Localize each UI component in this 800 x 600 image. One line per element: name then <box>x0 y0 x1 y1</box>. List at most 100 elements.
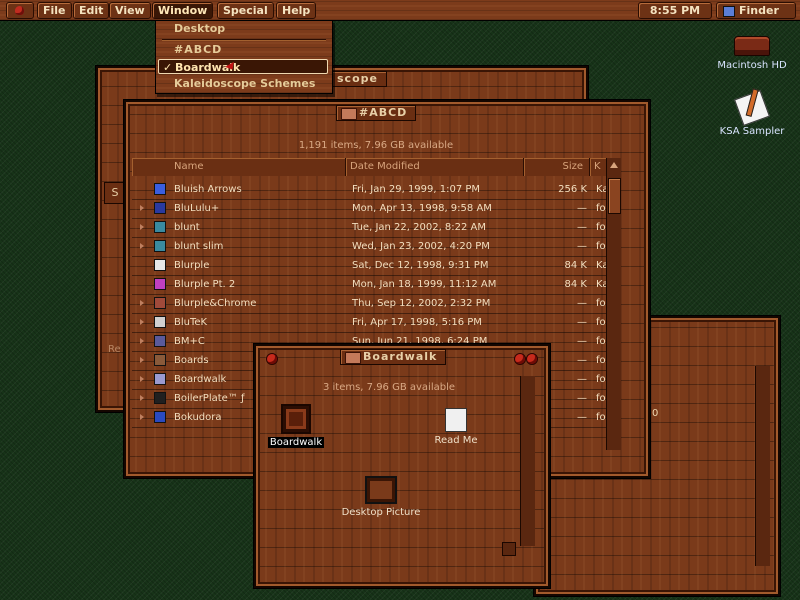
disclosure-triangle-icon[interactable] <box>140 224 144 230</box>
row-name: blunt slim <box>174 241 224 252</box>
window-status-text: 1,191 items, 7.96 GB available <box>298 140 454 151</box>
vertical-scrollbar[interactable] <box>755 366 770 566</box>
column-header-size[interactable]: Size <box>524 158 590 176</box>
close-box-icon[interactable] <box>266 353 278 365</box>
menu-bar: File Edit View Window Special Help 8:55 … <box>0 0 800 21</box>
row-name: blunt <box>174 222 200 233</box>
row-date: Fri, Apr 17, 1998, 5:16 PM <box>352 317 482 328</box>
folder-icon <box>154 297 166 309</box>
icon-label: Desktop Picture <box>341 507 421 518</box>
zoom-box-icon[interactable] <box>514 353 526 365</box>
row-name: Blurple&Chrome <box>174 298 257 309</box>
row-size: 84 K <box>564 279 587 290</box>
row-name: Blurple <box>174 260 210 271</box>
disclosure-triangle-icon[interactable] <box>140 357 144 363</box>
window-titlebar[interactable]: #ABCD <box>126 102 648 124</box>
menu-item-desktop[interactable]: Desktop <box>158 21 328 36</box>
row-date: Sat, Dec 12, 1998, 9:31 PM <box>352 260 489 271</box>
row-size: — <box>577 298 587 309</box>
row-name: Boards <box>174 355 209 366</box>
folder-icon <box>154 373 166 385</box>
menu-item-kaleidoscope-schemes[interactable]: Kaleidoscope Schemes <box>158 76 328 91</box>
menu-window[interactable]: Window <box>152 2 214 19</box>
folder-icon <box>154 221 166 233</box>
desktop-icon-ksa-sampler[interactable]: KSA Sampler <box>712 90 792 137</box>
folder-icon <box>154 202 166 214</box>
disclosure-triangle-icon[interactable] <box>140 300 144 306</box>
row-size: — <box>577 317 587 328</box>
application-menu[interactable]: Finder <box>716 2 796 19</box>
table-row[interactable]: Blurple&Chrome Thu, Sep 12, 2002, 2:32 PM… <box>132 294 610 314</box>
row-date: Fri, Jan 29, 1999, 1:07 PM <box>352 184 481 195</box>
disclosure-triangle-icon[interactable] <box>140 338 144 344</box>
table-row[interactable]: blunt Tue, Jan 22, 2002, 8:22 AM — fol <box>132 218 610 238</box>
row-name: Boardwalk <box>174 374 227 385</box>
application-menu-label: Finder <box>739 4 779 17</box>
folder-icon <box>341 108 357 120</box>
icon-desktop-picture[interactable]: Desktop Picture <box>326 476 436 518</box>
folder-icon <box>154 240 166 252</box>
table-row[interactable]: blunt slim Wed, Jan 23, 2002, 4:20 PM — fol <box>132 237 610 257</box>
menu-edit[interactable]: Edit <box>73 2 110 19</box>
table-row[interactable]: Blurple Pt. 2 Mon, Jan 18, 1999, 11:12 AM… <box>132 275 610 295</box>
collapse-box-icon[interactable] <box>526 353 538 365</box>
column-header-date-modified[interactable]: Date Modified <box>346 158 524 176</box>
folder-icon <box>154 411 166 423</box>
table-row[interactable]: Blurple Sat, Dec 12, 1998, 9:31 PM 84 K Ka <box>132 256 610 276</box>
disclosure-triangle-icon[interactable] <box>140 319 144 325</box>
menubar-clock[interactable]: 8:55 PM <box>638 2 712 19</box>
apple-icon <box>15 6 24 15</box>
menu-view[interactable]: View <box>109 2 151 19</box>
readme-document-icon <box>445 408 467 432</box>
menu-item-boardwalk[interactable]: ✓ Boardwalk <box>158 59 328 74</box>
apple-menu[interactable] <box>6 2 34 19</box>
disclosure-triangle-icon[interactable] <box>140 414 144 420</box>
desktop-icon-label: KSA Sampler <box>719 126 785 137</box>
row-date: Tue, Jan 22, 2002, 8:22 AM <box>352 222 487 233</box>
row-name: Bokudora <box>174 412 222 423</box>
menu-file[interactable]: File <box>37 2 72 19</box>
folder-icon <box>154 354 166 366</box>
window-fragment-text: 0 <box>652 408 659 419</box>
icon-read-me[interactable]: Read Me <box>426 404 486 446</box>
row-date: Thu, Sep 12, 2002, 2:32 PM <box>352 298 491 309</box>
disclosure-triangle-icon[interactable] <box>140 243 144 249</box>
row-name: Blurple Pt. 2 <box>174 279 236 290</box>
table-row[interactable]: BluLulu+ Mon, Apr 13, 1998, 9:58 AM — fol <box>132 199 610 219</box>
scroll-up-arrow-icon[interactable] <box>610 162 618 168</box>
menu-help[interactable]: Help <box>276 2 317 19</box>
row-name: BoilerPlate™ ƒ <box>174 393 245 404</box>
desktop-icon-macintosh-hd[interactable]: Macintosh HD <box>712 36 792 71</box>
desktop-icon-label: Macintosh HD <box>717 60 787 71</box>
window-title: #ABCD <box>359 106 408 119</box>
folder-icon <box>154 392 166 404</box>
window-status-text: 3 items, 7.96 GB available <box>322 382 456 393</box>
table-row[interactable]: BluTeK Fri, Apr 17, 1998, 5:16 PM — fol <box>132 313 610 333</box>
back-window-button[interactable]: S <box>104 182 126 204</box>
row-date: Wed, Jan 23, 2002, 4:20 PM <box>352 241 490 252</box>
window-title: Boardwalk <box>363 350 438 363</box>
picture-icon <box>365 476 397 504</box>
row-size: — <box>577 222 587 233</box>
window-titlebar[interactable]: Boardwalk <box>256 346 548 368</box>
menu-special[interactable]: Special <box>217 2 274 19</box>
column-header-name[interactable]: Name <box>132 158 346 176</box>
table-row[interactable]: Bluish Arrows Fri, Jan 29, 1999, 1:07 PM 2… <box>132 180 610 200</box>
row-name: BM+C <box>174 336 205 347</box>
scrollbar-thumb[interactable] <box>608 178 621 214</box>
icon-boardwalk-folder[interactable]: Boardwalk <box>266 404 326 448</box>
finder-icon <box>723 6 735 17</box>
document-icon <box>734 90 770 126</box>
row-date: Mon, Apr 13, 1998, 9:58 AM <box>352 203 492 214</box>
disclosure-triangle-icon[interactable] <box>140 376 144 382</box>
hard-drive-icon <box>734 36 770 56</box>
resize-grip-icon[interactable] <box>502 542 516 556</box>
folder-icon <box>345 352 361 364</box>
disclosure-triangle-icon[interactable] <box>140 395 144 401</box>
row-name: BluLulu+ <box>174 203 220 214</box>
row-size: 84 K <box>564 260 587 271</box>
vertical-scrollbar[interactable] <box>520 376 535 546</box>
vertical-scrollbar[interactable] <box>606 158 621 450</box>
menu-item-abcd[interactable]: #ABCD <box>158 42 328 57</box>
disclosure-triangle-icon[interactable] <box>140 205 144 211</box>
